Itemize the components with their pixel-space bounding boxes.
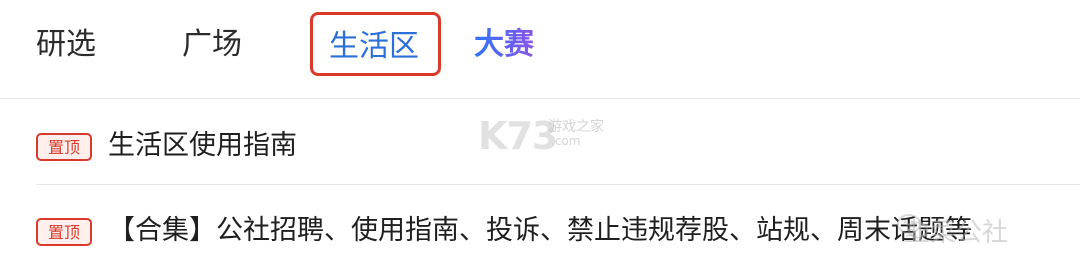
- page: 研选 广场 生活区 大赛 置顶 生活区使用指南 置顶 【合集】公社招聘、使用指南…: [0, 0, 1080, 267]
- post-title[interactable]: 生活区使用指南: [108, 125, 297, 167]
- account-watermark: 韭菜公社: [904, 218, 1009, 248]
- tab-yanxuan[interactable]: 研选: [36, 22, 96, 68]
- divider: [36, 184, 1080, 185]
- pinned-badge: 置顶: [36, 218, 92, 246]
- tab-shenghuoqu-active[interactable]: 生活区: [310, 12, 441, 76]
- k73-watermark-logo: K73: [478, 114, 558, 158]
- tab-bar: 研选 广场 生活区 大赛: [0, 0, 1080, 98]
- tab-dasai[interactable]: 大赛: [474, 22, 534, 68]
- divider: [0, 98, 1080, 99]
- k73-watermark-domain: .com: [551, 134, 581, 148]
- k73-watermark-site: 游戏之家: [548, 119, 604, 135]
- tab-guangchang[interactable]: 广场: [182, 22, 242, 68]
- post-title[interactable]: 【合集】公社招聘、使用指南、投诉、禁止违规荐股、站规、周末话题等: [108, 210, 972, 252]
- pinned-badge: 置顶: [36, 133, 92, 161]
